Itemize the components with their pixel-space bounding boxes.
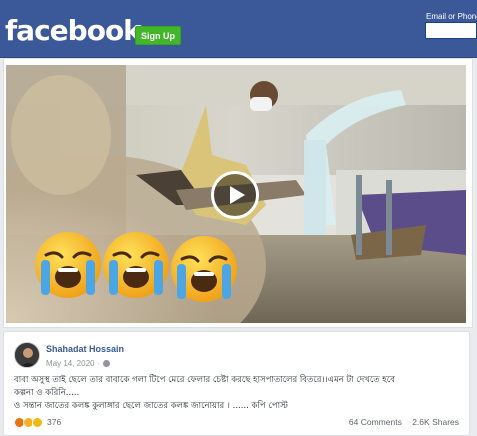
video-player[interactable] [6, 65, 466, 323]
reactions-summary[interactable]: 376 [14, 416, 61, 428]
post-date-text: May 14, 2020 · [46, 359, 100, 368]
email-label: Email or Phone [426, 12, 477, 21]
reaction-count: 376 [47, 417, 62, 427]
sign-up-button[interactable]: Sign Up [135, 26, 181, 45]
shares-link[interactable]: 2.6K Shares [412, 417, 459, 427]
globe-icon [103, 360, 111, 368]
play-icon [230, 186, 245, 204]
crying-emoji-icon [35, 232, 237, 302]
author-avatar[interactable] [14, 342, 40, 368]
play-button[interactable] [211, 171, 259, 219]
sad-reaction-icon [32, 416, 43, 428]
email-input[interactable] [425, 22, 477, 39]
post-text-line: ও সন্তান জাতের কলঙ্ক কুলাঙ্গার ছেলে জাতে… [14, 401, 288, 411]
post-text-line: কল্পনা ও করিনি..... [14, 388, 80, 398]
facebook-logo[interactable]: facebook [5, 14, 142, 47]
author-name[interactable]: Shahadat Hossain [46, 344, 124, 354]
post-text-line: বাবা অসুস্থ তাই ছেলে তার বাবাকে গলা টিপে… [14, 375, 395, 385]
top-navigation-bar: facebook Sign Up Email or Phone [0, 0, 477, 58]
post-date[interactable]: May 14, 2020 · [46, 359, 111, 368]
comments-link[interactable]: 64 Comments [349, 417, 402, 427]
avatar-image [15, 343, 39, 367]
post-card: Shahadat Hossain May 14, 2020 · বাবা অসু… [3, 331, 470, 436]
post-body: বাবা অসুস্থ তাই ছেলে তার বাবাকে গলা টিপে… [14, 374, 464, 413]
post-stats: 64 Comments 2.6K Shares [349, 417, 459, 427]
